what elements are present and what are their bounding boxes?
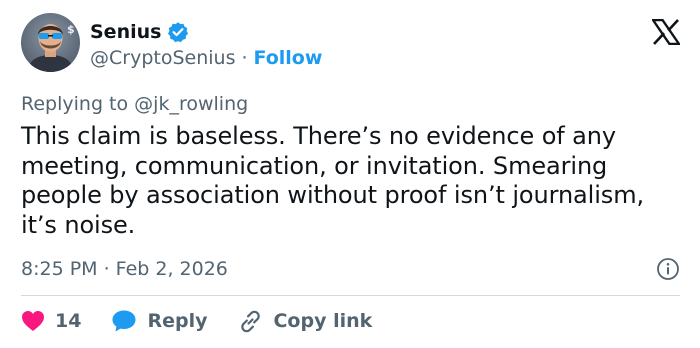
copy-link-button[interactable]: Copy link — [237, 309, 372, 333]
like-count: 14 — [55, 310, 82, 332]
copy-link-label: Copy link — [273, 310, 373, 332]
tweet-timestamp[interactable]: 8:25 PM · Feb 2, 2026 — [21, 258, 228, 280]
link-icon — [241, 310, 261, 333]
avatar-image: $ — [21, 13, 80, 72]
like-button[interactable]: 14 — [21, 310, 81, 332]
reply-context-prefix: Replying to — [21, 93, 129, 115]
reply-mention-link[interactable]: @jk_rowling — [134, 93, 248, 115]
tweet-card: $ Senius @CryptoSenius · Follow Replying… — [0, 0, 700, 348]
verified-badge-icon — [167, 21, 189, 43]
svg-text:$: $ — [67, 23, 75, 36]
x-logo-icon[interactable] — [650, 18, 682, 46]
reply-context: Replying to @jk_rowling — [21, 93, 248, 115]
follow-button[interactable]: Follow — [254, 47, 323, 69]
handle-separator: · — [241, 47, 248, 69]
action-bar: 14 Reply Copy link — [21, 306, 372, 336]
author-handle-row: @CryptoSenius · Follow — [90, 47, 322, 69]
author-name-row: Senius — [90, 19, 189, 45]
avatar[interactable]: $ — [21, 13, 80, 72]
reply-button[interactable]: Reply — [111, 309, 207, 333]
info-icon[interactable] — [656, 257, 680, 281]
author-handle[interactable]: @CryptoSenius — [90, 47, 235, 69]
author-display-name[interactable]: Senius — [90, 21, 161, 43]
tweet-text: This claim is baseless. There’s no evide… — [21, 122, 645, 239]
reply-bubble-icon — [112, 310, 136, 332]
divider — [21, 295, 680, 296]
reply-label: Reply — [147, 310, 208, 332]
heart-icon — [22, 311, 44, 331]
